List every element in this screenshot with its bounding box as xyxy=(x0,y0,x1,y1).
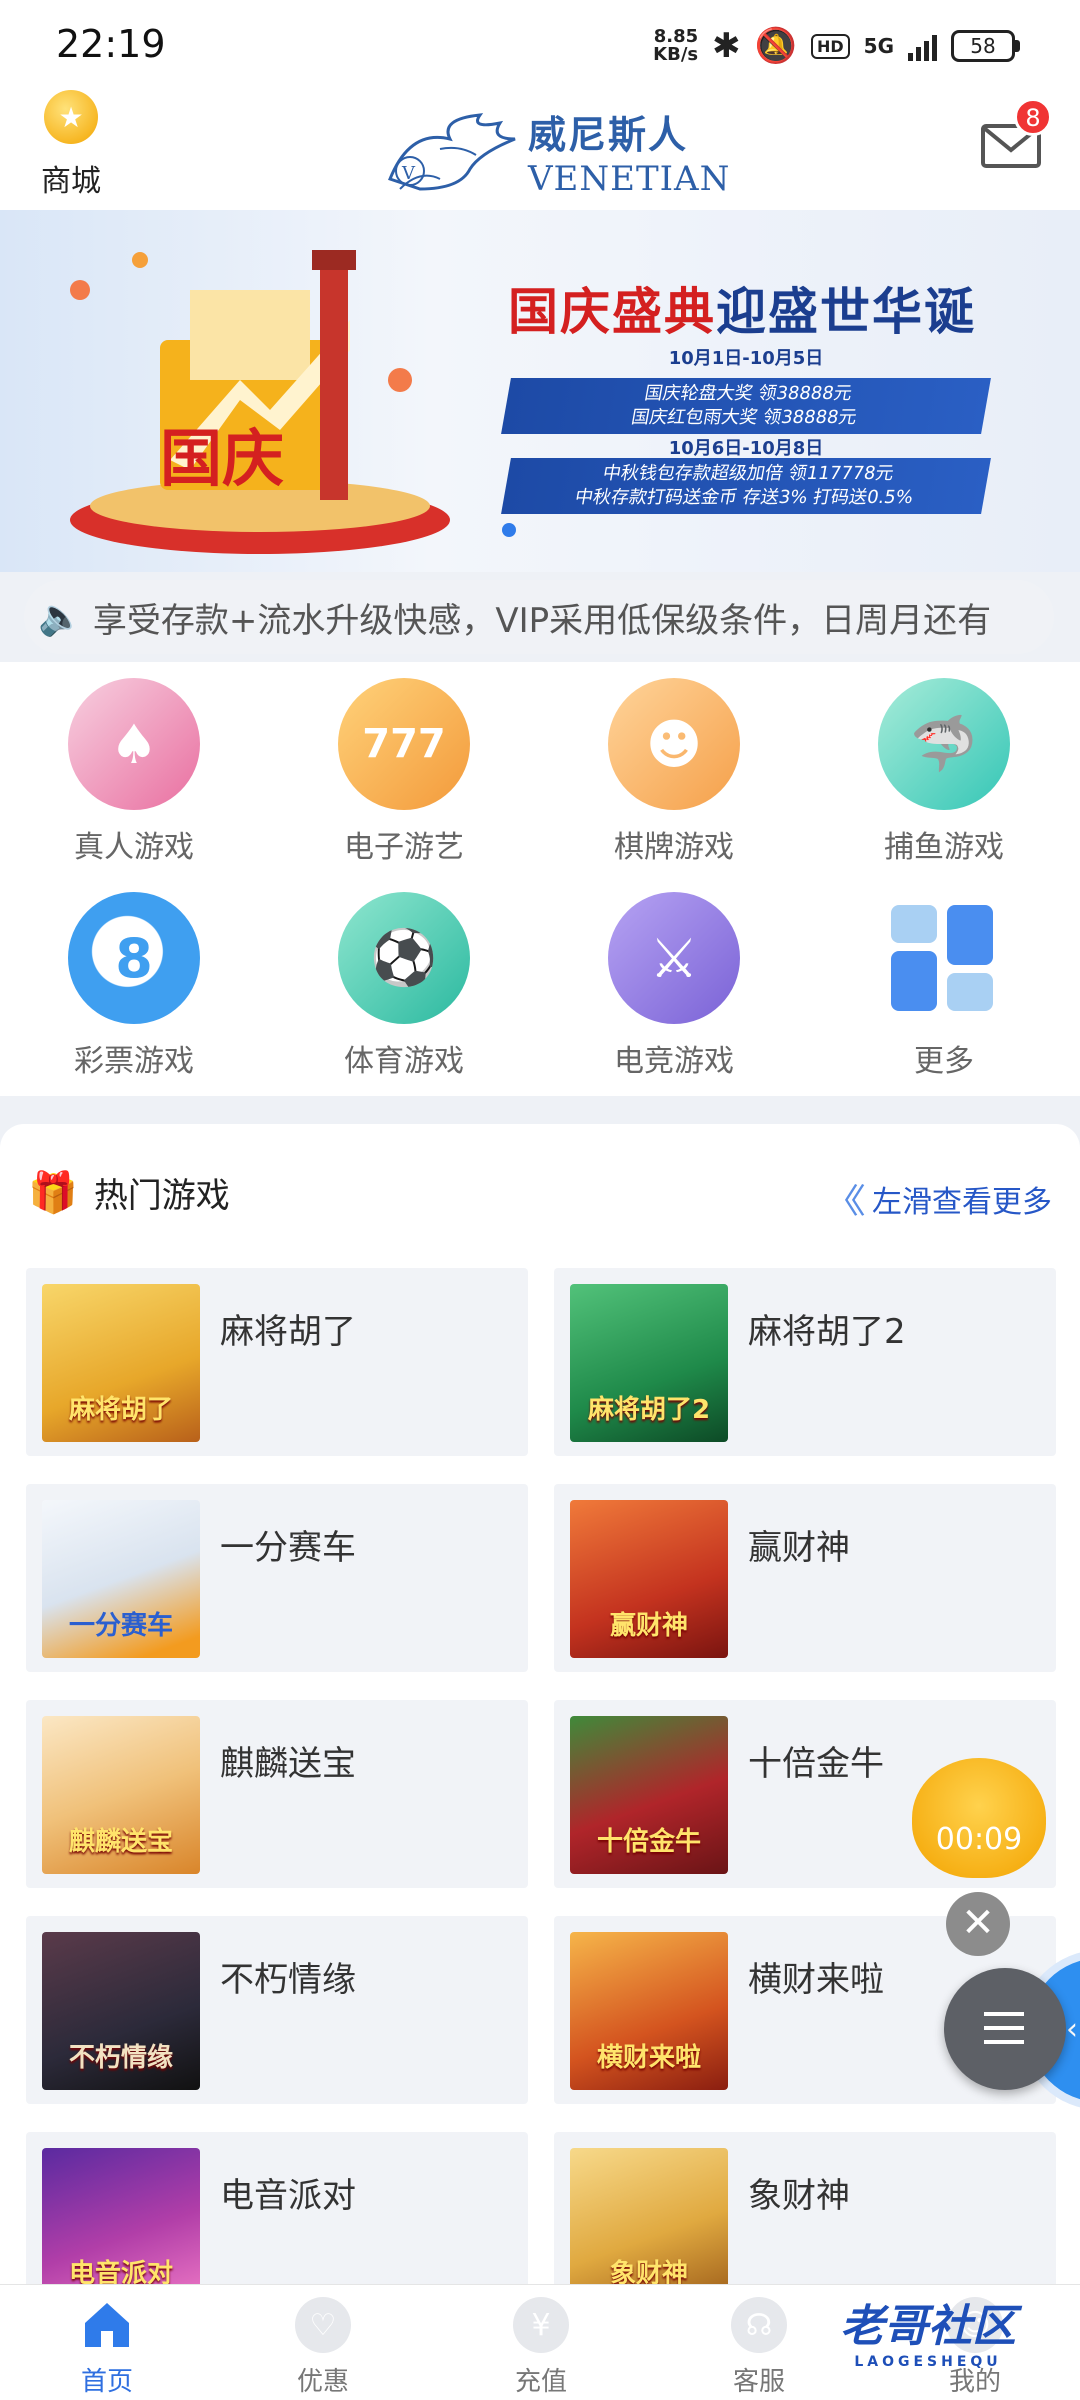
chevron-left-icon: ‹ xyxy=(1066,2012,1078,2047)
category-lottery[interactable]: 8 彩票游戏 xyxy=(34,892,234,1080)
network-type: 5G xyxy=(863,34,894,58)
swipe-more-link[interactable]: 〈〈 左滑查看更多 xyxy=(825,1174,1052,1223)
battery-icon: 58 xyxy=(951,30,1020,62)
heart-icon: ♡ xyxy=(295,2297,351,2353)
watermark: 老哥社区 LAOGESHEQU xyxy=(840,2301,1016,2370)
game-thumbnail: 十倍金牛 xyxy=(570,1716,728,1874)
menu-fab-button[interactable] xyxy=(944,1968,1066,2090)
double-chevron-left-icon: 〈〈 xyxy=(825,1182,866,1222)
tab-service[interactable]: ☊ 客服 xyxy=(684,2297,834,2398)
mail-badge: 8 xyxy=(1014,98,1052,136)
red-packet-pot[interactable]: 00:09 xyxy=(904,1740,1054,1890)
close-float-button[interactable]: ✕ xyxy=(946,1892,1010,1956)
game-card[interactable]: 一分赛车 一分赛车 xyxy=(26,1484,528,1672)
mall-label: 商城 xyxy=(41,164,101,199)
game-card[interactable]: 麻将胡了2 麻将胡了2 xyxy=(554,1268,1056,1456)
category-fishing[interactable]: 🦈 捕鱼游戏 xyxy=(844,678,1044,866)
game-thumbnail: 不朽情缘 xyxy=(42,1932,200,2090)
bluetooth-icon: ✱ xyxy=(712,26,741,66)
svg-text:国庆: 国庆 xyxy=(160,422,284,495)
signal-icon xyxy=(908,31,937,61)
game-thumbnail: 麻将胡了2 xyxy=(570,1284,728,1442)
banner-headline: 国庆盛典迎盛世华诞 xyxy=(508,283,976,341)
football-player-icon: ⚽ xyxy=(338,892,470,1024)
category-slots[interactable]: 777 电子游艺 xyxy=(304,678,504,866)
banner-panel-1: 国庆轮盘大奖 领38888元 国庆红包雨大奖 领38888元 xyxy=(501,378,991,434)
yen-icon: ¥ xyxy=(513,2297,569,2353)
status-icons: 8.85 KB/s ✱ 🔕 HD 5G 58 xyxy=(653,26,1020,66)
national-day-art: 国庆 xyxy=(70,250,450,554)
category-live[interactable]: ♠ 真人游戏 xyxy=(34,678,234,866)
carousel-indicator xyxy=(502,523,516,537)
shark-icon: 🦈 xyxy=(878,678,1010,810)
slot-777-icon: 777 xyxy=(338,678,470,810)
gift-icon: 🎁 xyxy=(28,1170,78,1216)
game-card[interactable]: 麒麟送宝 麒麟送宝 xyxy=(26,1700,528,1888)
hd-badge: HD xyxy=(810,33,850,59)
banner-date-1: 10月1日-10月5日 xyxy=(668,348,824,369)
category-more[interactable]: 更多 xyxy=(844,892,1044,1080)
battery-level: 58 xyxy=(951,30,1015,62)
cards-icon: ♠ xyxy=(68,678,200,810)
mail-button[interactable]: 8 xyxy=(980,98,1052,170)
status-bar: 22:19 8.85 KB/s ✱ 🔕 HD 5G 58 xyxy=(0,0,1080,90)
announcement-text: 享受存款+流水升级快感，VIP采用低保级条件，日周月还有 xyxy=(92,600,992,641)
game-categories: ♠ 真人游戏 777 电子游艺 ☻ 棋牌游戏 🦈 捕鱼游戏 8 彩票游戏 ⚽ 体… xyxy=(0,662,1080,1096)
game-card[interactable]: 赢财神 赢财神 xyxy=(554,1484,1056,1672)
close-icon: ✕ xyxy=(961,1900,995,1946)
esports-hero-icon: ⚔ xyxy=(608,892,740,1024)
category-sports[interactable]: ⚽ 体育游戏 xyxy=(304,892,504,1080)
game-thumbnail: 一分赛车 xyxy=(42,1500,200,1658)
banner-panel-2: 中秋钱包存款超级加倍 领117778元 中秋存款打码送金币 存送3% 打码送0.… xyxy=(501,458,991,514)
grid-more-icon xyxy=(878,892,1010,1024)
money-bag-icon xyxy=(912,1758,1046,1878)
category-esports[interactable]: ⚔ 电竞游戏 xyxy=(574,892,774,1080)
pot-timer: 00:09 xyxy=(935,1822,1023,1857)
net-speed: 8.85 KB/s xyxy=(653,26,699,65)
venetian-logo: V 威尼斯人 VENETIAN xyxy=(380,104,730,199)
svg-text:V: V xyxy=(401,163,416,184)
lottery-ball-icon: 8 xyxy=(68,892,200,1024)
hot-games-section: 🎁 热门游戏 〈〈 左滑查看更多 麻将胡了 麻将胡了 麻将胡了2 麻将胡了2 一… xyxy=(0,1124,1080,2320)
game-thumbnail: 麻将胡了 xyxy=(42,1284,200,1442)
star-coin-icon: ★ xyxy=(44,90,98,144)
chess-character-icon: ☻ xyxy=(608,678,740,810)
hot-games-title: 🎁 热门游戏 xyxy=(28,1170,230,1216)
logo-chinese: 威尼斯人 xyxy=(528,113,689,157)
tab-home[interactable]: 首页 xyxy=(32,2297,182,2398)
game-thumbnail: 赢财神 xyxy=(570,1500,728,1658)
tab-promotions[interactable]: ♡ 优惠 xyxy=(248,2297,398,2398)
mall-button[interactable]: ★ 商城 xyxy=(36,90,106,200)
game-thumbnail: 象财神 xyxy=(570,2148,728,2306)
game-thumbnail: 横财来啦 xyxy=(570,1932,728,2090)
mute-bell-icon: 🔕 xyxy=(754,26,797,66)
speaker-icon: 🔈 xyxy=(38,597,83,638)
promo-banner[interactable]: 国庆 国庆盛典迎盛世华诞 10月1日-10月5日 国庆轮盘大奖 领38888元 … xyxy=(0,210,1080,572)
category-chess[interactable]: ☻ 棋牌游戏 xyxy=(574,678,774,866)
status-time: 22:19 xyxy=(56,22,166,66)
game-card[interactable]: 麻将胡了 麻将胡了 xyxy=(26,1268,528,1456)
winged-lion-icon: V xyxy=(388,112,516,191)
logo-english: VENETIAN xyxy=(528,159,731,199)
game-card[interactable]: 不朽情缘 不朽情缘 xyxy=(26,1916,528,2104)
home-icon xyxy=(79,2297,135,2353)
game-thumbnail: 麒麟送宝 xyxy=(42,1716,200,1874)
banner-date-2: 10月6日-10月8日 xyxy=(668,438,824,459)
announcement-marquee[interactable]: 🔈 享受存款+流水升级快感，VIP采用低保级条件，日周月还有 xyxy=(24,580,1054,654)
game-thumbnail: 电音派对 xyxy=(42,2148,200,2306)
headset-icon: ☊ xyxy=(731,2297,787,2353)
tab-deposit[interactable]: ¥ 充值 xyxy=(466,2297,616,2398)
app-header: ★ 商城 V 威尼斯人 VENETIAN 8 xyxy=(0,90,1080,210)
